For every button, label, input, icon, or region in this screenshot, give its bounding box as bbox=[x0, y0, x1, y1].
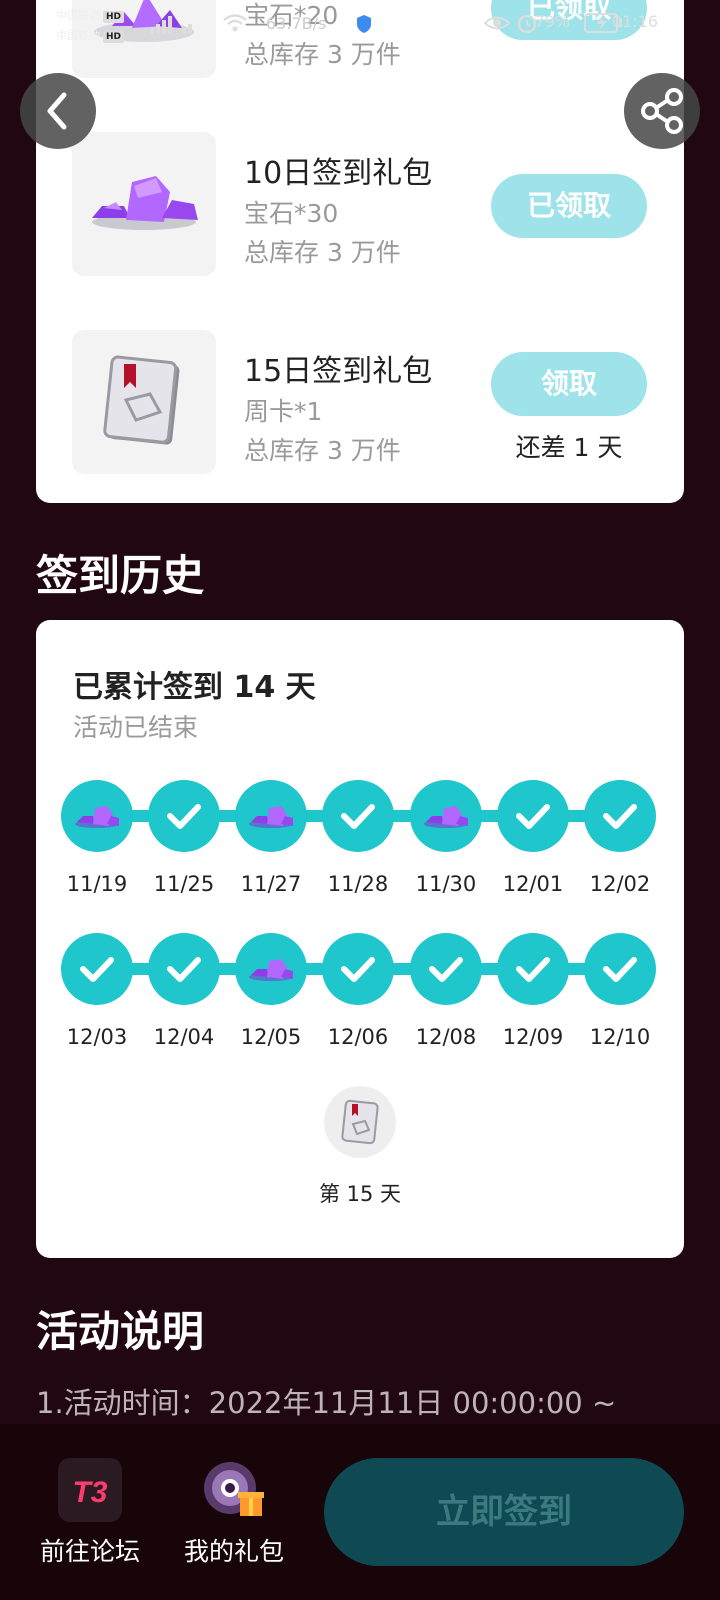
clock-time: 01:16 bbox=[611, 12, 658, 31]
reward-stock: 总库存 3 万件 bbox=[244, 436, 401, 465]
reward-title: 15日签到礼包 bbox=[244, 354, 433, 389]
day-circle bbox=[584, 933, 656, 1005]
gift-icon[interactable] bbox=[202, 1458, 266, 1522]
day-date: 12/09 bbox=[502, 1025, 564, 1049]
day-circle bbox=[235, 780, 307, 852]
reward-thumb bbox=[72, 132, 216, 276]
hd-badge: HD bbox=[103, 11, 125, 23]
day-date: 12/08 bbox=[415, 1025, 477, 1049]
day-circle bbox=[322, 780, 394, 852]
signal-icon bbox=[150, 16, 192, 34]
gem-pile-icon bbox=[92, 176, 198, 230]
carrier-info: 中国联通 HD 中国移动 HD bbox=[56, 6, 125, 46]
carrier2-label: 中国移动 bbox=[56, 29, 100, 42]
day-date: 12/10 bbox=[589, 1025, 651, 1049]
status-bar: 中国联通 HD 中国移动 HD 63.7B/s 79% 01:16 bbox=[0, 0, 720, 50]
reward-item: 宝石*30 bbox=[244, 199, 339, 228]
check-icon bbox=[516, 804, 550, 829]
check-icon bbox=[603, 957, 637, 982]
day-date: 12/04 bbox=[153, 1025, 215, 1049]
day-date: 12/03 bbox=[66, 1025, 128, 1049]
cumulative-days: 已累计签到 14 天 bbox=[73, 670, 316, 705]
day-date: 11/28 bbox=[327, 872, 389, 896]
share-icon bbox=[641, 88, 683, 134]
day-circle bbox=[410, 780, 482, 852]
activity-status: 活动已结束 bbox=[73, 713, 199, 742]
reward-thumb bbox=[72, 330, 216, 474]
description-section-title: 活动说明 bbox=[36, 1307, 205, 1356]
chevron-left-icon bbox=[47, 92, 67, 130]
reward-stock: 总库存 3 万件 bbox=[244, 238, 401, 267]
claim-button[interactable]: 领取 bbox=[491, 352, 647, 416]
gem-icon bbox=[249, 806, 293, 828]
check-icon bbox=[516, 957, 550, 982]
share-button[interactable] bbox=[624, 73, 700, 149]
bottom-action-bar: T3 前往论坛 我的礼包 立即签到 bbox=[0, 1424, 720, 1600]
day-circle bbox=[322, 933, 394, 1005]
day-date: 12/06 bbox=[327, 1025, 389, 1049]
rewards-card: 宝石*20 总库存 3 万件 已领取 10日签到礼包 宝石*30 总库存 3 万… bbox=[36, 0, 684, 503]
day-circle bbox=[584, 780, 656, 852]
day-date: 11/19 bbox=[66, 872, 128, 896]
back-button[interactable] bbox=[20, 73, 96, 149]
check-icon bbox=[341, 804, 375, 829]
check-icon bbox=[341, 957, 375, 982]
day-date: 11/27 bbox=[240, 872, 302, 896]
description-line: 1.活动时间：2022年11月11日 00:00:00 ~ bbox=[36, 1386, 617, 1420]
eye-icon bbox=[484, 16, 510, 30]
day15-reward bbox=[324, 1086, 396, 1158]
days-remaining-note: 还差 1 天 bbox=[515, 433, 623, 462]
day15-label: 第 15 天 bbox=[318, 1182, 402, 1206]
signin-button[interactable]: 立即签到 bbox=[324, 1458, 684, 1566]
day-circle bbox=[497, 780, 569, 852]
check-icon bbox=[167, 804, 201, 829]
week-card-icon bbox=[103, 355, 180, 445]
history-card: 已累计签到 14 天 活动已结束 11/19 11/25 11/27 11/28 11/… bbox=[36, 620, 684, 1258]
day-circle bbox=[148, 780, 220, 852]
week-card-icon bbox=[341, 1099, 379, 1145]
day-date: 11/25 bbox=[153, 872, 215, 896]
hd-badge: HD bbox=[103, 31, 125, 43]
carrier1-label: 中国联通 bbox=[56, 9, 100, 22]
reward-row-10day: 10日签到礼包 宝石*30 总库存 3 万件 已领取 bbox=[36, 132, 684, 276]
day-date: 11/30 bbox=[415, 872, 477, 896]
battery-percent: 79% bbox=[534, 12, 570, 31]
my-gifts-link[interactable]: 我的礼包 bbox=[164, 1532, 304, 1568]
check-icon bbox=[167, 957, 201, 982]
check-icon bbox=[429, 957, 463, 982]
forum-logo-text: T3 bbox=[72, 1476, 107, 1509]
day-circle bbox=[61, 933, 133, 1005]
day-circle bbox=[148, 933, 220, 1005]
shield-icon bbox=[357, 15, 371, 33]
forum-icon[interactable]: T3 bbox=[58, 1458, 122, 1522]
day-circle bbox=[497, 933, 569, 1005]
day-date: 12/05 bbox=[240, 1025, 302, 1049]
day-circle bbox=[61, 780, 133, 852]
day-date: 12/01 bbox=[502, 872, 564, 896]
claimed-button[interactable]: 已领取 bbox=[491, 174, 647, 238]
gem-icon bbox=[75, 806, 119, 828]
day-circle bbox=[235, 933, 307, 1005]
check-icon bbox=[80, 957, 114, 982]
day-circle bbox=[410, 933, 482, 1005]
gem-icon bbox=[424, 806, 468, 828]
reward-item: 周卡*1 bbox=[244, 397, 323, 426]
reward-row-15day: 15日签到礼包 周卡*1 总库存 3 万件 领取 还差 1 天 bbox=[36, 330, 684, 474]
wifi-icon bbox=[223, 14, 247, 32]
gem-icon bbox=[249, 959, 293, 981]
check-icon bbox=[603, 804, 637, 829]
network-speed: 63.7B/s bbox=[266, 14, 327, 33]
history-section-title: 签到历史 bbox=[36, 551, 205, 600]
reward-title: 10日签到礼包 bbox=[244, 156, 433, 191]
forum-link[interactable]: 前往论坛 bbox=[20, 1532, 160, 1568]
day-date: 12/02 bbox=[589, 872, 651, 896]
